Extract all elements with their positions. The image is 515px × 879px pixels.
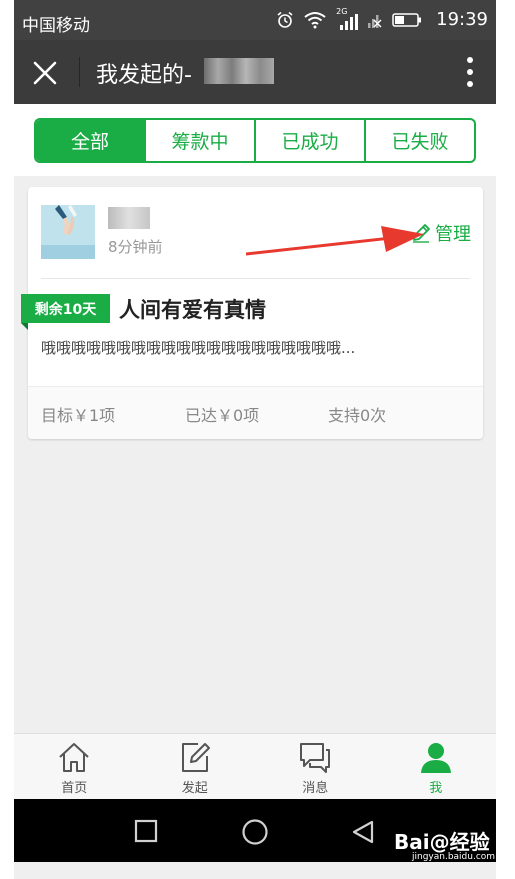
- stat-support: 支持0次: [328, 406, 387, 425]
- carrier-name: 中国移动: [22, 16, 90, 36]
- annotation-arrow-icon: [246, 226, 424, 256]
- user-icon: [420, 743, 451, 773]
- tab-fundraising[interactable]: 筹款中: [146, 120, 256, 161]
- tab-all[interactable]: 全部: [36, 120, 146, 161]
- page-title: 我发起的-: [96, 63, 192, 88]
- nav-messages[interactable]: 消息: [255, 734, 376, 799]
- nav-create-label: 发起: [181, 781, 208, 796]
- nav-me[interactable]: 我: [376, 734, 497, 799]
- triangle-back-icon[interactable]: [350, 819, 376, 845]
- nav-home-label: 首页: [61, 781, 88, 796]
- status-bar: 中国移动 2G 19:39: [14, 0, 496, 40]
- nav-messages-label: 消息: [302, 781, 329, 796]
- project-description: 哦哦哦哦哦哦哦哦哦哦哦哦哦哦哦哦哦哦哦哦...: [41, 339, 356, 357]
- phone-screen: 中国移动 2G 19:39 我发起的- 全部 筹款中 已成功 已失败 8分钟前 …: [14, 0, 496, 879]
- no-signal-icon: [368, 14, 382, 28]
- square-recent-apps-icon[interactable]: [134, 819, 158, 843]
- battery-icon: [392, 12, 422, 27]
- wifi-icon: [304, 11, 326, 28]
- bottom-navigation: 首页 发起 消息 我: [14, 733, 496, 799]
- status-icons: 2G 19:39: [276, 7, 488, 30]
- remaining-days-badge: 剩余10天: [21, 294, 110, 323]
- tab-failed[interactable]: 已失败: [366, 120, 474, 161]
- filter-tabs: 全部 筹款中 已成功 已失败: [34, 118, 476, 163]
- stat-reached: 已达￥0项: [185, 406, 260, 425]
- title-divider: [79, 57, 80, 87]
- card-divider: [41, 278, 470, 279]
- project-stats: 目标￥1项 已达￥0项 支持0次: [28, 386, 483, 439]
- nav-me-label: 我: [429, 781, 443, 796]
- alarm-icon: [277, 11, 293, 28]
- nav-home[interactable]: 首页: [14, 734, 135, 799]
- redacted-username: [108, 207, 150, 229]
- manage-label: 管理: [435, 224, 471, 245]
- more-options-icon[interactable]: [464, 54, 476, 90]
- circle-home-icon[interactable]: [241, 818, 269, 846]
- nav-create[interactable]: 发起: [135, 734, 256, 799]
- post-time: 8分钟前: [108, 238, 163, 256]
- watermark: Bai@经验: [394, 830, 490, 854]
- project-title: 人间有爱有真情: [119, 298, 266, 322]
- home-icon: [59, 743, 89, 772]
- tab-succeeded[interactable]: 已成功: [256, 120, 366, 161]
- clock: 19:39: [436, 9, 488, 30]
- close-icon[interactable]: [28, 56, 62, 90]
- stat-goal: 目标￥1项: [41, 406, 116, 425]
- signal-icon: 2G: [336, 7, 359, 30]
- edit-icon: [181, 743, 210, 772]
- watermark-url: jingyan.baidu.com: [412, 852, 496, 862]
- message-icon: [300, 743, 331, 773]
- redacted-name: [204, 58, 274, 84]
- avatar: [41, 205, 95, 259]
- filter-tabs-area: 全部 筹款中 已成功 已失败: [14, 104, 496, 176]
- badge-fold: [21, 323, 28, 330]
